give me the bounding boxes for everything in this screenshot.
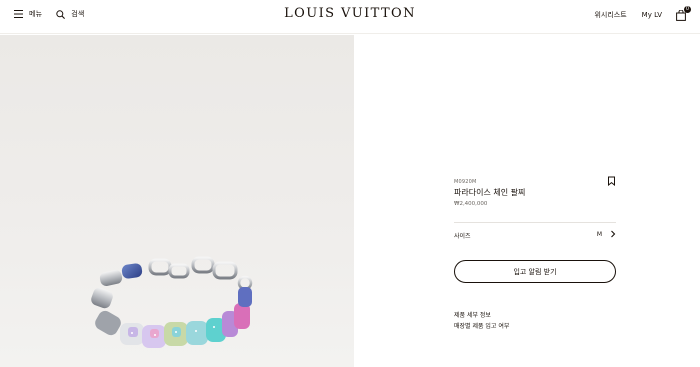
store-stock-link[interactable]: 매장별 제품 입고 여부 xyxy=(454,321,509,330)
product-sku: M0920M xyxy=(454,179,477,185)
my-lv-link[interactable]: My LV xyxy=(642,11,662,19)
product-price: ₩2,400,000 xyxy=(454,201,488,207)
size-value: M xyxy=(596,231,602,238)
bag-count-badge: 0 xyxy=(684,6,691,13)
chevron-right-icon xyxy=(611,230,616,238)
chain-bracelet-image xyxy=(91,256,253,348)
top-header: 메뉴 검색 LOUIS VUITTON 위시리스트 My LV 0 xyxy=(0,0,700,34)
wishlist-link[interactable]: 위시리스트 xyxy=(594,10,626,20)
size-label: 사이즈 xyxy=(454,233,471,240)
header-right: 위시리스트 My LV 0 xyxy=(579,6,691,21)
size-selector[interactable]: 사이즈 M xyxy=(454,228,616,242)
product-details-link[interactable]: 제품 세부 정보 xyxy=(454,310,491,319)
product-title: 파라다이스 체인 팔찌 xyxy=(454,188,526,197)
shopping-bag-button[interactable]: 0 xyxy=(676,6,691,21)
notify-when-available-button[interactable]: 입고 알림 받기 xyxy=(454,260,616,283)
product-image-panel[interactable] xyxy=(0,35,354,367)
divider xyxy=(454,222,616,223)
wishlist-bookmark-icon[interactable] xyxy=(607,176,616,186)
